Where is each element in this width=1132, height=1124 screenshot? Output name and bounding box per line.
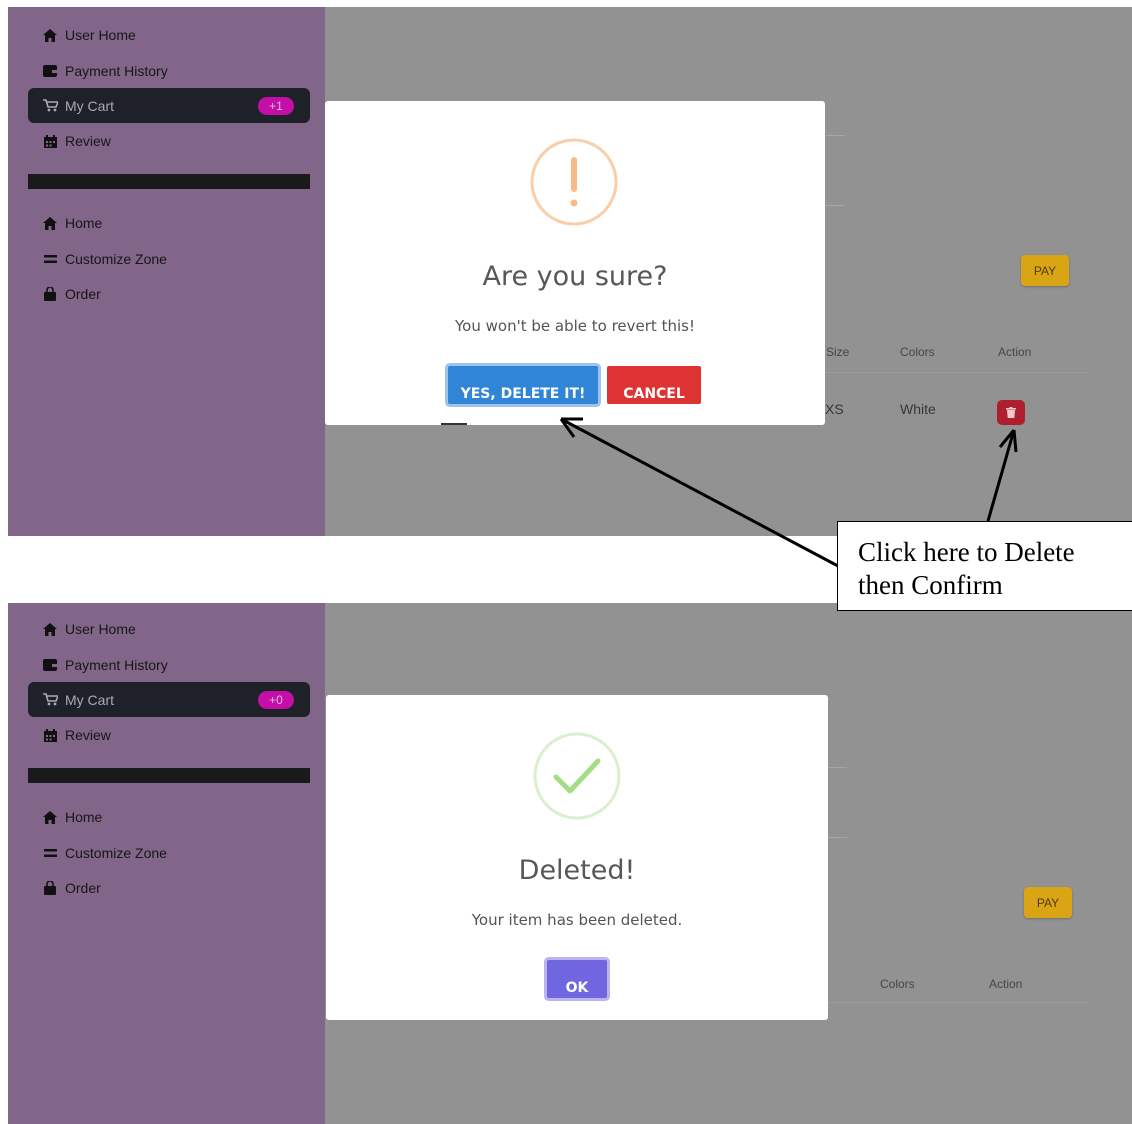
annotation-line-2: then Confirm xyxy=(858,570,1003,600)
annotation-text: Click here to Delete then Confirm xyxy=(858,536,1075,602)
arrow-to-delete-button xyxy=(986,429,1018,522)
annotation-callout: Click here to Delete then Confirm xyxy=(837,521,1132,611)
arrow-to-confirm xyxy=(559,417,839,568)
annotation-line-1: Click here to Delete xyxy=(858,537,1075,567)
